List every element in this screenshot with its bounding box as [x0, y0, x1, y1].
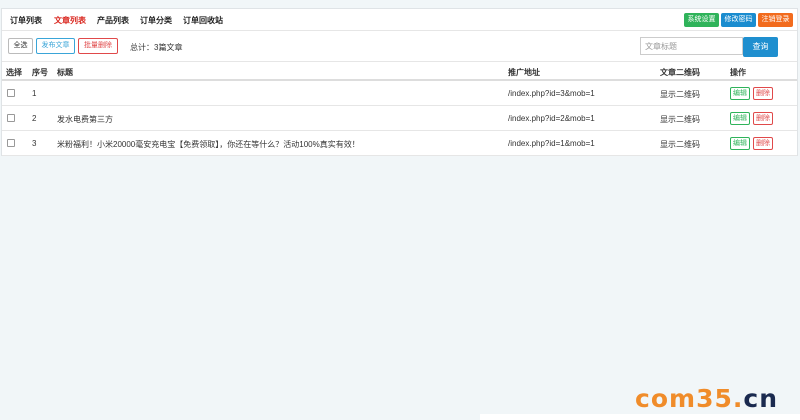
- delete-button[interactable]: 删除: [753, 137, 773, 150]
- row-url: /index.php?id=1&mob=1: [508, 139, 595, 148]
- row-url: /index.php?id=3&mob=1: [508, 89, 595, 98]
- edit-button[interactable]: 编辑: [730, 87, 750, 100]
- row-checkbox[interactable]: [7, 139, 15, 147]
- change-password-button[interactable]: 修改密码: [721, 13, 756, 27]
- edit-button[interactable]: 编辑: [730, 112, 750, 125]
- show-qr-link[interactable]: 显示二维码: [660, 89, 700, 100]
- row-checkbox[interactable]: [7, 114, 15, 122]
- row-checkbox[interactable]: [7, 89, 15, 97]
- nav-order-category[interactable]: 订单分类: [140, 15, 172, 26]
- watermark-dot: .: [732, 384, 744, 413]
- system-settings-button[interactable]: 系统设置: [684, 13, 719, 27]
- header-url: 推广地址: [508, 68, 540, 77]
- top-nav: 订单列表 文章列表 产品列表 订单分类 订单回收站 系统设置 修改密码 注销登录: [2, 9, 797, 31]
- watermark-main: com35: [635, 384, 733, 413]
- main-panel: 订单列表 文章列表 产品列表 订单分类 订单回收站 系统设置 修改密码 注销登录…: [1, 8, 798, 156]
- row-index: 3: [32, 139, 37, 148]
- watermark-tld: cn: [743, 384, 778, 413]
- logout-button[interactable]: 注销登录: [758, 13, 793, 27]
- header-actions: 操作: [730, 68, 746, 77]
- header-title: 标题: [57, 68, 73, 77]
- nav-order-recycle[interactable]: 订单回收站: [183, 15, 223, 26]
- select-all-button[interactable]: 全选: [8, 38, 33, 54]
- nav-article-list[interactable]: 文章列表: [54, 15, 86, 26]
- publish-article-button[interactable]: 发布文章: [36, 38, 75, 54]
- show-qr-link[interactable]: 显示二维码: [660, 139, 700, 150]
- show-qr-link[interactable]: 显示二维码: [660, 114, 700, 125]
- total-count: 总计：3篇文章: [130, 43, 183, 52]
- table-header: 选择 序号 标题 推广地址 文章二维码 操作: [2, 61, 797, 81]
- search-button[interactable]: 查询: [743, 37, 778, 57]
- row-index: 2: [32, 114, 37, 123]
- row-title: 米粉福利！小米20000毫安充电宝【免费领取】，你还在等什么？活动100%真实有…: [57, 140, 360, 149]
- row-url: /index.php?id=2&mob=1: [508, 114, 595, 123]
- table-row: 3 米粉福利！小米20000毫安充电宝【免费领取】，你还在等什么？活动100%真…: [2, 131, 797, 156]
- header-select: 选择: [6, 68, 22, 77]
- site-watermark: com35.cn: [635, 384, 778, 413]
- edit-button[interactable]: 编辑: [730, 137, 750, 150]
- footer-band: [480, 414, 800, 420]
- delete-button[interactable]: 删除: [753, 112, 773, 125]
- row-title: 发水电费第三方: [57, 115, 113, 124]
- table-row: 2 发水电费第三方 /index.php?id=2&mob=1 显示二维码 编辑…: [2, 106, 797, 131]
- nav-order-list[interactable]: 订单列表: [10, 15, 42, 26]
- header-qr: 文章二维码: [660, 68, 700, 77]
- table-row: 1 /index.php?id=3&mob=1 显示二维码 编辑 删除: [2, 81, 797, 106]
- search-input[interactable]: [640, 37, 743, 55]
- header-index: 序号: [32, 68, 48, 77]
- toolbar: 全选 发布文章 批量删除 总计：3篇文章 查询: [2, 31, 797, 61]
- nav-product-list[interactable]: 产品列表: [97, 15, 129, 26]
- batch-delete-button[interactable]: 批量删除: [78, 38, 118, 54]
- article-table: 选择 序号 标题 推广地址 文章二维码 操作 1 /index.php?id=3…: [2, 61, 797, 156]
- row-index: 1: [32, 89, 37, 98]
- delete-button[interactable]: 删除: [753, 87, 773, 100]
